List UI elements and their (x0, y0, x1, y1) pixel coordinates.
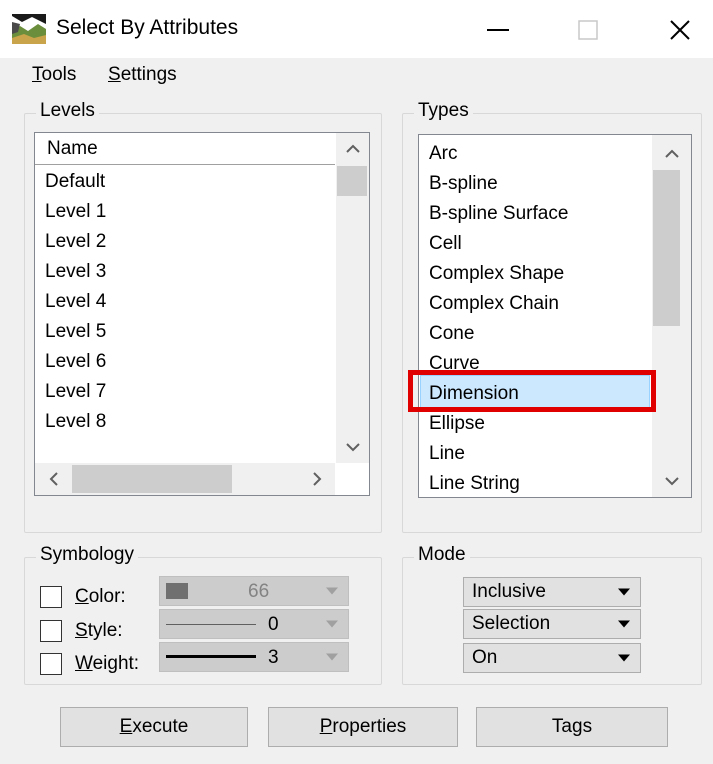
color-value: 66 (248, 581, 270, 602)
levels-group-label: Levels (36, 100, 99, 122)
menu-settings[interactable]: Settings (108, 64, 177, 86)
app-icon (12, 14, 46, 44)
menu-tools[interactable]: Tools (32, 64, 76, 86)
weight-line-sample (166, 655, 256, 658)
type-item[interactable]: Ellipse (429, 413, 485, 435)
color-swatch (166, 583, 188, 599)
type-item[interactable]: Arc (429, 143, 458, 165)
type-item[interactable]: B-spline (429, 173, 498, 195)
chevron-down-icon (618, 620, 630, 628)
type-item[interactable]: Complex Shape (429, 263, 564, 285)
highlight-annotation-box (408, 370, 656, 412)
name-column-label: Name (47, 138, 98, 159)
close-button[interactable] (650, 10, 710, 50)
mode-inclusive-value: Inclusive (472, 581, 546, 602)
level-item[interactable]: Level 1 (45, 201, 106, 223)
types-items: Arc B-spline B-spline Surface Cell Compl… (419, 137, 651, 495)
levels-scroll-thumb[interactable] (337, 166, 367, 196)
chevron-down-icon (326, 620, 338, 628)
color-select[interactable]: 66 (159, 576, 349, 606)
style-line-sample (166, 624, 256, 625)
type-item[interactable]: Cell (429, 233, 462, 255)
type-item[interactable]: Line String (429, 473, 520, 495)
level-item[interactable]: Default (45, 171, 105, 193)
types-scroll-thumb[interactable] (653, 170, 680, 326)
style-checkbox[interactable] (40, 620, 62, 642)
tags-button[interactable]: Ta g s (476, 707, 668, 747)
style-select[interactable]: 0 (159, 609, 349, 639)
properties-button[interactable]: Properties (268, 707, 458, 747)
types-scroll-up-icon[interactable] (652, 138, 691, 168)
level-item[interactable]: Level 4 (45, 291, 106, 313)
levels-column-header[interactable]: Name (35, 133, 335, 165)
mode-selection-select[interactable]: Selection (463, 609, 641, 639)
types-group-label: Types (414, 100, 473, 122)
level-item[interactable]: Level 2 (45, 231, 106, 253)
color-checkbox[interactable] (40, 586, 62, 608)
weight-value: 3 (268, 647, 279, 668)
chevron-down-icon (326, 653, 338, 661)
chevron-down-icon (326, 587, 338, 595)
mode-on-value: On (472, 647, 498, 668)
levels-hscroll-thumb[interactable] (72, 465, 232, 493)
types-scroll-down-icon[interactable] (652, 466, 691, 496)
level-item[interactable]: Level 3 (45, 261, 106, 283)
type-item[interactable]: Complex Chain (429, 293, 559, 315)
mode-group-label: Mode (414, 544, 470, 566)
weight-label: Weight: (75, 653, 140, 674)
color-label: Color: (75, 586, 126, 607)
levels-scroll-left-icon[interactable] (38, 463, 68, 495)
minimize-button[interactable] (468, 10, 528, 50)
mode-on-select[interactable]: On (463, 643, 641, 673)
execute-button[interactable]: Execute (60, 707, 248, 747)
levels-scroll-up-icon[interactable] (336, 133, 369, 163)
mode-inclusive-select[interactable]: Inclusive (463, 577, 641, 607)
chevron-down-icon (618, 588, 630, 596)
type-item[interactable]: Line (429, 443, 465, 465)
level-item[interactable]: Level 7 (45, 381, 106, 403)
type-item[interactable]: Cone (429, 323, 474, 345)
type-item[interactable]: B-spline Surface (429, 203, 568, 225)
weight-select[interactable]: 3 (159, 642, 349, 672)
mode-selection-value: Selection (472, 613, 551, 634)
level-item[interactable]: Level 5 (45, 321, 106, 343)
levels-items: Default Level 1 Level 2 Level 3 Level 4 … (35, 165, 335, 463)
style-label: Style: (75, 620, 123, 641)
window-title: Select By Attributes (56, 16, 239, 39)
levels-scroll-down-icon[interactable] (336, 432, 369, 462)
maximize-button[interactable] (558, 10, 618, 50)
symbology-group-label: Symbology (36, 544, 138, 566)
style-value: 0 (268, 614, 279, 635)
level-item[interactable]: Level 8 (45, 411, 106, 433)
level-item[interactable]: Level 6 (45, 351, 106, 373)
menu-bar (0, 58, 713, 90)
levels-scroll-right-icon[interactable] (302, 463, 332, 495)
weight-checkbox[interactable] (40, 653, 62, 675)
chevron-down-icon (618, 654, 630, 662)
